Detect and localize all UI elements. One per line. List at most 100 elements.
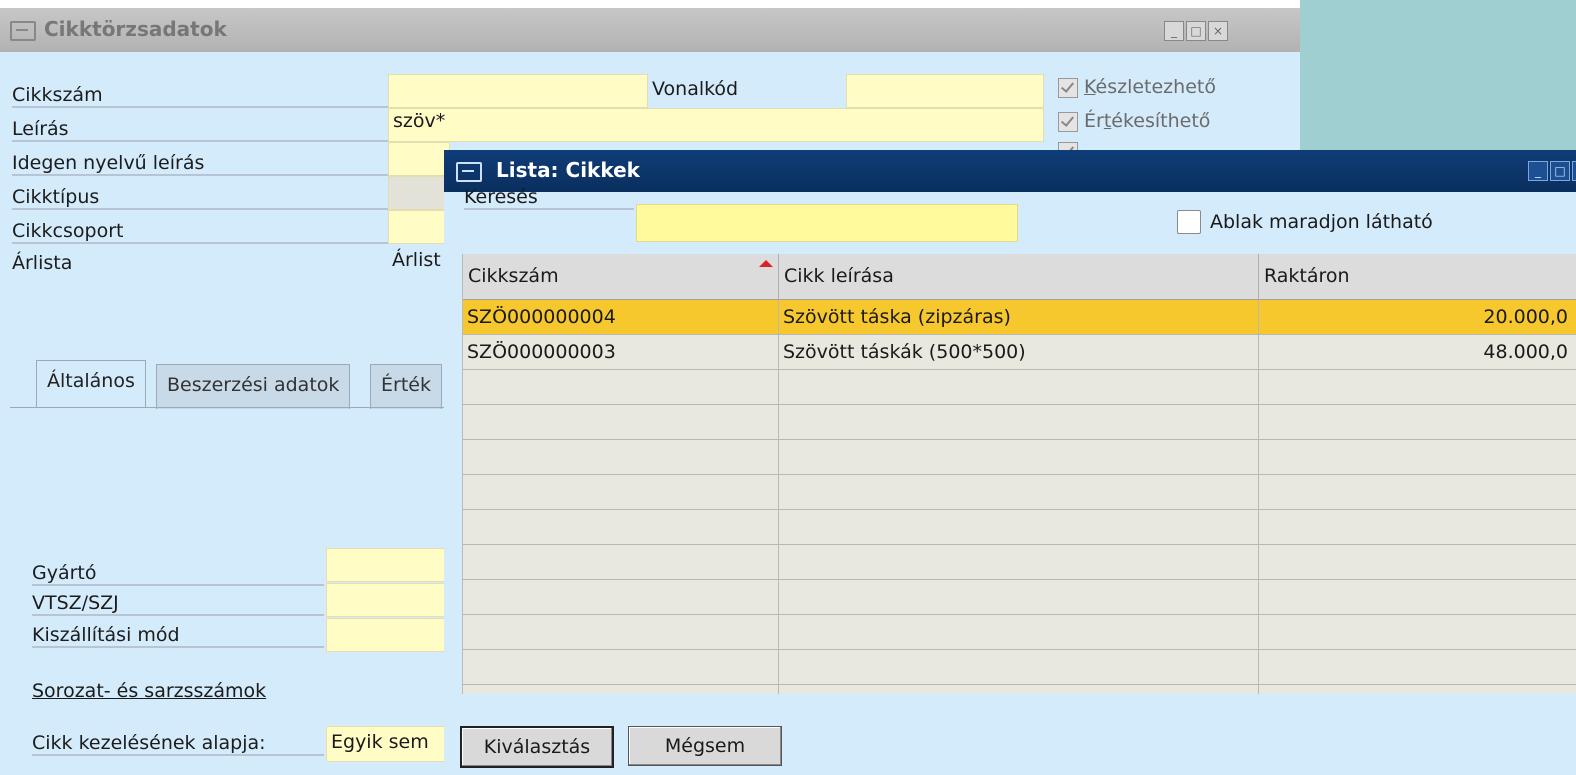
cell-raktaron: 48.000,0 (1259, 335, 1576, 370)
close-icon[interactable]: × (1208, 21, 1228, 41)
dialog-minimize-icon[interactable]: _ (1528, 161, 1548, 181)
cell-leiras: Szövött táskák (500*500) (779, 335, 1259, 370)
sort-ascending-icon (759, 260, 773, 267)
empty-cell (1259, 615, 1576, 650)
cell-cikkszam: SZÖ000000003 (463, 335, 779, 370)
stay-visible-label: Ablak maradjon látható (1210, 211, 1433, 233)
ertekesitheto-checkbox[interactable] (1058, 112, 1078, 132)
empty-cell (463, 615, 779, 650)
empty-cell (779, 615, 1259, 650)
empty-cell (1259, 510, 1576, 545)
leiras-value: szöv* (393, 110, 446, 132)
ertekesitheto-label: Értékesíthető (1084, 110, 1211, 132)
minimize-icon[interactable]: _ (1164, 21, 1184, 41)
vonalkod-label: Vonalkód (652, 78, 739, 100)
dialog-close-icon[interactable]: × (1572, 161, 1576, 181)
empty-cell (463, 370, 779, 405)
empty-cell (779, 580, 1259, 615)
empty-cell (779, 510, 1259, 545)
sorozat-sarzsszamok-link[interactable]: Sorozat- és sarzsszámok (32, 680, 266, 702)
list-dialog: Lista: Cikkek _ □ × Keresés Ablak maradj… (444, 150, 1576, 775)
search-input[interactable] (636, 204, 1018, 242)
keszletezheto-checkbox[interactable] (1058, 78, 1078, 98)
empty-cell (779, 440, 1259, 475)
empty-cell (463, 475, 779, 510)
dialog-maximize-icon[interactable]: □ (1550, 161, 1570, 181)
cikkszam-label: Cikkszám (12, 84, 388, 108)
empty-table-row (463, 370, 1576, 405)
main-window-title: Cikktörzsadatok (44, 17, 227, 41)
gyarto-label: Gyártó (32, 562, 324, 586)
empty-table-row (463, 580, 1576, 615)
empty-cell (463, 545, 779, 580)
empty-cell (779, 650, 1259, 685)
empty-cell (779, 405, 1259, 440)
cikktipus-field[interactable] (388, 176, 450, 210)
empty-cell (1259, 685, 1576, 694)
empty-table-row (463, 545, 1576, 580)
window-icon (10, 21, 36, 41)
empty-table-row (463, 405, 1576, 440)
empty-cell (463, 650, 779, 685)
maximize-icon[interactable]: □ (1186, 21, 1206, 41)
cikktipus-label: Cikktípus (12, 186, 388, 210)
cikkszam-field[interactable] (388, 74, 648, 108)
empty-cell (463, 440, 779, 475)
vtsz-field[interactable] (326, 583, 448, 617)
kiszallitasi-mod-label: Kiszállítási mód (32, 624, 324, 648)
empty-cell (779, 475, 1259, 510)
empty-cell (779, 545, 1259, 580)
tab-panel-border (10, 407, 444, 408)
keszletezheto-label: Készletezhető (1084, 76, 1216, 98)
column-header-leiras[interactable]: Cikk leírása (779, 254, 1259, 300)
empty-table-row (463, 650, 1576, 685)
empty-table-row (463, 440, 1576, 475)
tab-ertek[interactable]: Érték (370, 364, 442, 409)
empty-cell (1259, 545, 1576, 580)
idegen-leiras-label: Idegen nyelvű leírás (12, 152, 388, 176)
empty-cell (1259, 370, 1576, 405)
empty-cell (1259, 475, 1576, 510)
vtsz-label: VTSZ/SZJ (32, 592, 324, 616)
arlista-label: Árlista (12, 252, 73, 274)
window-icon (456, 162, 482, 182)
table-row[interactable]: SZÖ000000004 Szövött táska (zipzáras) 20… (463, 300, 1576, 335)
kezeles-alapja-value: Egyik sem (331, 731, 429, 753)
main-titlebar: Cikktörzsadatok _ □ × (0, 8, 1300, 52)
arlista-value[interactable]: Árlist (392, 249, 441, 271)
empty-cell (779, 685, 1259, 694)
empty-table-row (463, 510, 1576, 545)
items-table: Cikkszám Cikk leírása Raktáron SZÖ000000… (462, 254, 1576, 694)
empty-cell (1259, 580, 1576, 615)
gyarto-field[interactable] (326, 548, 448, 582)
tab-beszerzesi-adatok[interactable]: Beszerzési adatok (156, 364, 351, 409)
leiras-field[interactable]: szöv* (388, 108, 1044, 142)
cikkcsoport-field[interactable] (388, 210, 450, 244)
cell-raktaron: 20.000,0 (1259, 300, 1576, 335)
leiras-label: Leírás (12, 118, 388, 142)
cell-cikkszam: SZÖ000000004 (463, 300, 779, 335)
stay-visible-checkbox[interactable] (1177, 210, 1201, 234)
empty-cell (463, 580, 779, 615)
empty-table-row (463, 615, 1576, 650)
select-button[interactable]: Kiválasztás (460, 726, 614, 768)
empty-table-row (463, 475, 1576, 510)
empty-cell (1259, 405, 1576, 440)
column-header-raktaron[interactable]: Raktáron (1259, 254, 1576, 300)
tab-altalanos[interactable]: Általános (36, 360, 146, 407)
empty-cell (463, 510, 779, 545)
kezeles-alapja-label: Cikk kezelésének alapja: (32, 732, 324, 756)
empty-cell (1259, 650, 1576, 685)
cikkcsoport-label: Cikkcsoport (12, 220, 388, 244)
table-row[interactable]: SZÖ000000003 Szövött táskák (500*500) 48… (463, 335, 1576, 370)
dialog-title: Lista: Cikkek (496, 158, 640, 182)
empty-cell (779, 370, 1259, 405)
kiszallitasi-mod-field[interactable] (326, 618, 448, 652)
empty-cell (463, 405, 779, 440)
kezeles-alapja-field[interactable]: Egyik sem (326, 726, 448, 762)
column-header-cikkszam[interactable]: Cikkszám (463, 254, 779, 300)
vonalkod-field[interactable] (846, 74, 1044, 108)
idegen-leiras-field[interactable] (388, 142, 450, 176)
empty-table-row (463, 685, 1576, 694)
cancel-button[interactable]: Mégsem (628, 726, 782, 766)
